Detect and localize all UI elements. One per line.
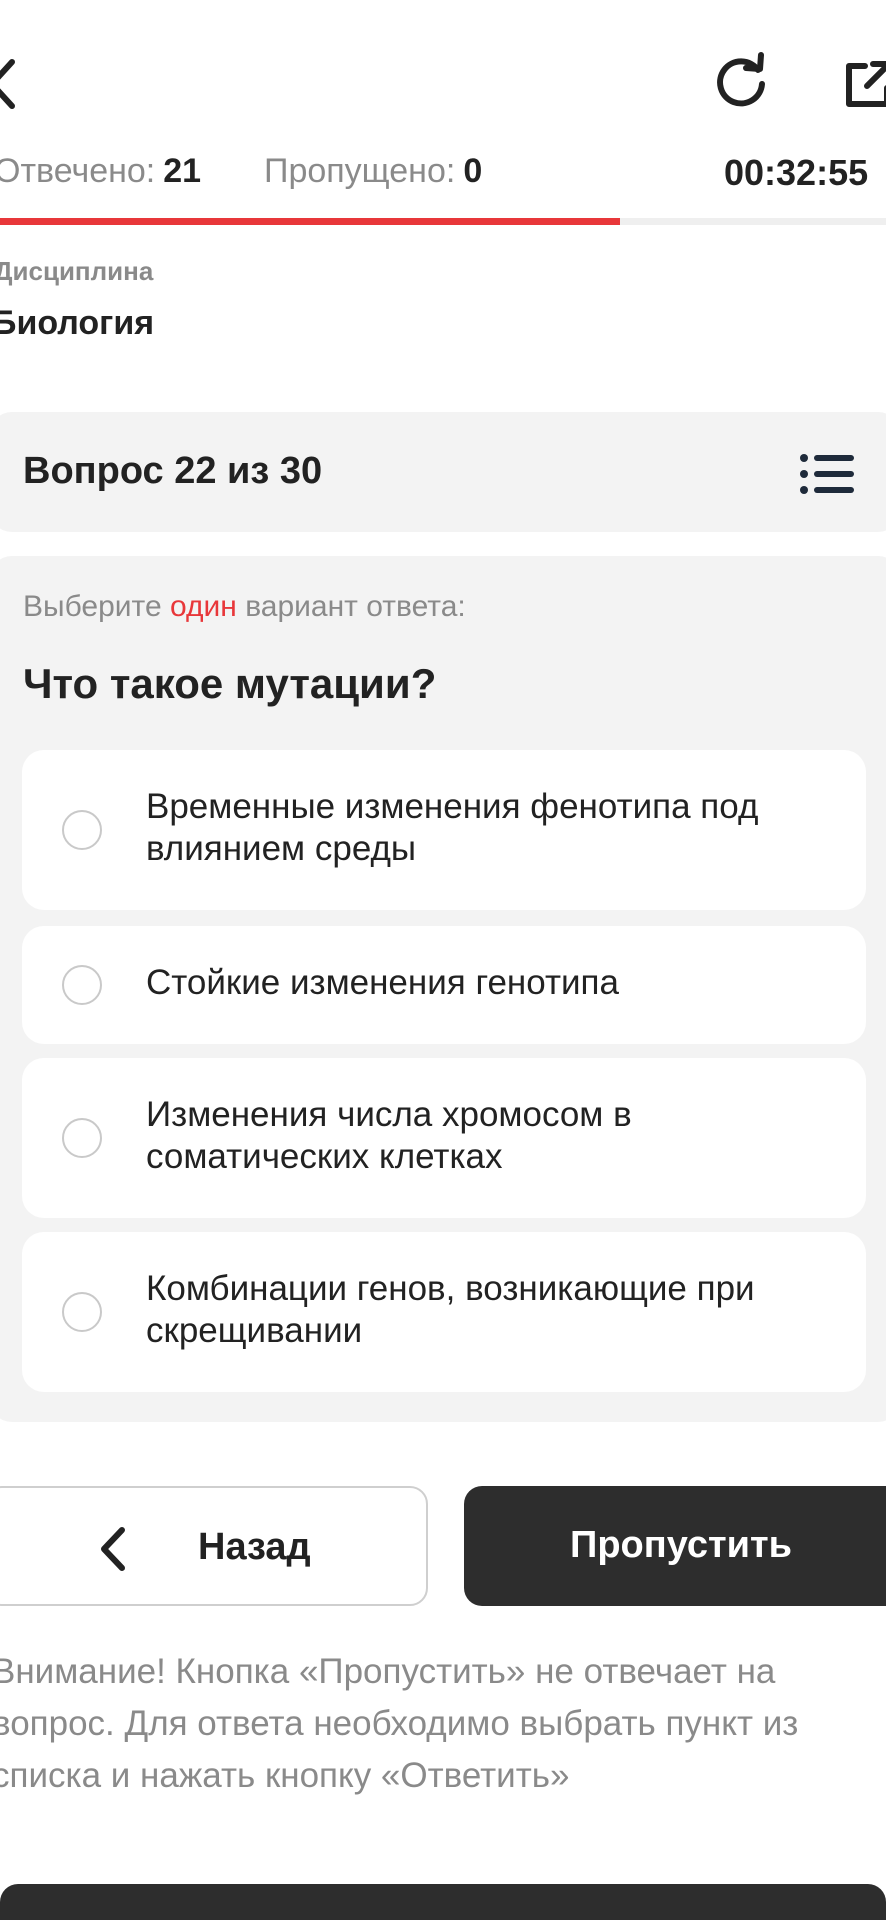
chevron-left-icon[interactable] — [0, 56, 22, 112]
timer: 00:32:55 — [724, 152, 869, 193]
answer-instruction: Выберите один вариант ответа: — [23, 590, 466, 624]
skip-button[interactable]: Пропустить — [464, 1486, 886, 1606]
radio-button[interactable] — [62, 1292, 102, 1332]
back-button-label: Назад — [198, 1526, 311, 1568]
radio-button[interactable] — [62, 965, 102, 1005]
skip-button-label: Пропустить — [570, 1524, 792, 1566]
refresh-icon[interactable] — [712, 52, 770, 110]
instruction-text: Выберите — [23, 590, 162, 623]
skipped-stat: Пропущено: 0 — [264, 152, 482, 191]
discipline-label: Дисциплина — [0, 256, 154, 286]
instruction-accent: один — [169, 590, 237, 623]
answer-option[interactable]: Временные изменения фенотипа под влияние… — [22, 750, 866, 910]
question-counter: Вопрос 22 из 30 — [23, 450, 323, 492]
external-link-icon[interactable] — [843, 58, 886, 110]
answered-label: Отвечено: — [0, 152, 156, 190]
option-label: Временные изменения фенотипа под влияние… — [146, 787, 759, 868]
bottom-bar[interactable] — [0, 1884, 886, 1920]
chevron-left-icon — [101, 1527, 125, 1571]
question-header: Вопрос 22 из 30 — [0, 412, 886, 532]
answer-option[interactable]: Комбинации генов, возникающие при скрещи… — [22, 1232, 866, 1392]
answer-option[interactable]: Изменения числа хромосом в соматических … — [22, 1058, 866, 1218]
option-label: Изменения числа хромосом в соматических … — [146, 1095, 632, 1176]
question-card: Выберите один вариант ответа: Что такое … — [0, 556, 886, 1422]
discipline-value: Биология — [0, 304, 155, 342]
skipped-label: Пропущено: — [264, 152, 456, 190]
progress-bar-fill — [0, 218, 621, 225]
question-text: Что такое мутации? — [23, 660, 437, 707]
radio-button[interactable] — [62, 1118, 102, 1158]
skipped-count: 0 — [463, 152, 483, 190]
radio-button[interactable] — [62, 810, 102, 850]
list-icon[interactable] — [800, 454, 856, 494]
option-label: Комбинации генов, возникающие при скрещи… — [146, 1269, 755, 1350]
top-bar — [0, 0, 886, 160]
instruction-text-end: вариант ответа: — [245, 590, 466, 623]
answered-count: 21 — [163, 152, 202, 190]
skip-warning: Внимание! Кнопка «Пропустить» не отвечае… — [0, 1652, 799, 1795]
answer-option[interactable]: Стойкие изменения генотипа — [22, 926, 866, 1044]
option-label: Стойкие изменения генотипа — [146, 963, 619, 1002]
answered-stat: Отвечено: 21 — [0, 152, 201, 191]
progress-bar — [0, 218, 886, 225]
back-button[interactable]: Назад — [0, 1486, 428, 1606]
